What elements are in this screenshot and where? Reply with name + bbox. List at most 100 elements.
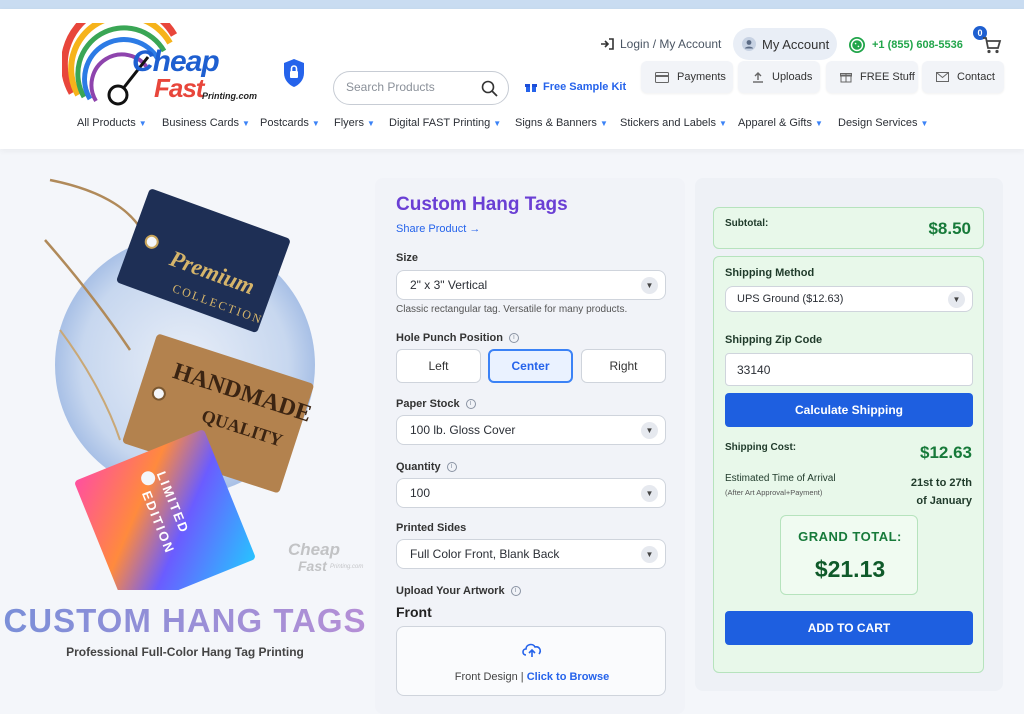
upload-icon [753,72,763,83]
add-to-cart-button[interactable]: ADD TO CART [725,611,973,645]
nav-item-design-services[interactable]: Design Services ▼ [838,117,928,129]
uploads-button[interactable]: Uploads [738,61,820,93]
search-icon[interactable] [481,80,498,97]
envelope-icon [936,72,949,82]
nav-item-all-products[interactable]: All Products ▼ [77,117,162,129]
nav-label: Apparel & Gifts [738,117,812,129]
free-sample-kit-link[interactable]: Free Sample Kit [525,81,626,93]
order-summary-panel: Subtotal: $8.50 Shipping Method UPS Grou… [695,178,1003,691]
nav-item-digital-fast-printing[interactable]: Digital FAST Printing ▼ [389,117,515,129]
nav-item-stickers-labels[interactable]: Stickers and Labels ▼ [620,117,738,129]
hole-punch-label: Hole Punch Position i [396,332,519,344]
chevron-down-icon: ▼ [599,118,608,128]
free-stuff-button[interactable]: FREE Stuff [826,61,918,93]
cloud-upload-icon [522,643,542,657]
calculate-shipping-button[interactable]: Calculate Shipping [725,393,973,427]
secure-lock-icon [284,59,304,87]
search-input[interactable] [346,80,476,94]
paper-stock-select[interactable]: 100 lb. Gloss Cover ▼ [396,415,666,445]
info-icon[interactable]: i [446,462,457,472]
chevron-down-icon: ▼ [948,291,965,308]
nav-item-postcards[interactable]: Postcards ▼ [260,117,334,129]
size-label: Size [396,252,418,264]
grand-total-label: GRAND TOTAL: [798,529,902,544]
hole-option-center[interactable]: Center [488,349,573,383]
logo-word-printing: Printing.com [202,91,258,101]
quantity-label: Quantity i [396,461,457,473]
hole-punch-label-text: Hole Punch Position [396,332,503,344]
hero-title: CUSTOM HANG TAGS [0,602,370,640]
paper-stock-value: 100 lb. Gloss Cover [410,423,516,437]
watermark-word1: Cheap [288,540,340,559]
nav-item-flyers[interactable]: Flyers ▼ [334,117,389,129]
nav-item-business-cards[interactable]: Business Cards ▼ [162,117,260,129]
printed-sides-value: Full Color Front, Blank Back [410,547,560,561]
contact-label: Contact [957,71,995,83]
site-header: Cheap Fast Printing.com Free Sample Kit … [0,9,1024,149]
my-account-label: My Account [762,36,830,52]
upload-artwork-label: Upload Your Artwork i [396,585,521,597]
chevron-down-icon: ▼ [366,118,375,128]
size-label-text: Size [396,252,419,264]
chevron-down-icon: ▼ [641,277,658,294]
nav-label: Postcards [260,117,309,129]
payments-label: Payments [677,71,726,83]
chevron-down-icon: ▼ [920,118,929,128]
eta-line-1: 21st to 27th [910,477,972,489]
logo-word-fast: Fast [154,73,204,103]
credit-card-icon [655,71,669,83]
eta-value: 21st to 27th of January [911,474,972,510]
shipping-method-value: UPS Ground ($12.63) [737,293,844,305]
shipping-method-label: Shipping Method [725,267,815,279]
whatsapp-icon [849,37,865,53]
zip-input[interactable]: 33140 [725,353,973,386]
shipping-box: Shipping Method UPS Ground ($12.63) ▼ Sh… [713,256,984,673]
printed-sides-select[interactable]: Full Color Front, Blank Back ▼ [396,539,666,569]
hero-subtitle: Professional Full-Color Hang Tag Printin… [66,645,304,659]
quantity-label-text: Quantity [396,461,441,473]
zip-label: Shipping Zip Code [725,334,823,346]
chevron-down-icon: ▼ [311,118,320,128]
search-box[interactable] [333,71,509,105]
nav-label: Signs & Banners [515,117,597,129]
free-sample-label: Free Sample Kit [543,81,627,93]
free-stuff-label: FREE Stuff [860,71,915,83]
login-link[interactable]: Login / My Account [600,37,721,51]
eta-label: Estimated Time of Arrival [725,473,836,484]
front-heading: Front [396,604,432,620]
contact-button[interactable]: Contact [922,61,1004,93]
quantity-select[interactable]: 100 ▼ [396,478,666,508]
quantity-value: 100 [410,486,431,500]
shipping-method-select[interactable]: UPS Ground ($12.63) ▼ [725,286,973,312]
share-product-link[interactable]: Share Product → [396,223,480,235]
printed-sides-label: Printed Sides [396,522,466,534]
chevron-down-icon: ▼ [814,118,823,128]
nav-item-apparel-gifts[interactable]: Apparel & Gifts ▼ [738,117,838,129]
subtotal-box: Subtotal: $8.50 [713,207,984,249]
payments-button[interactable]: Payments [641,61,733,93]
phone-number: +1 (855) 608-5536 [872,39,963,51]
eta-line-2: of January [916,495,972,507]
hole-option-left[interactable]: Left [396,349,481,383]
phone-link[interactable]: +1 (855) 608-5536 [848,36,963,54]
info-icon[interactable]: i [510,586,521,596]
grand-total-value: $21.13 [814,556,886,582]
paper-stock-label-text: Paper Stock [396,398,460,410]
chevron-down-icon: ▼ [641,422,658,439]
size-select[interactable]: 2" x 3" Vertical ▼ [396,270,666,300]
printed-sides-label-text: Printed Sides [396,522,467,534]
site-logo[interactable]: Cheap Fast Printing.com [62,23,262,115]
info-icon[interactable]: i [508,333,519,343]
info-icon[interactable]: i [465,399,476,409]
chevron-down-icon: ▼ [493,118,502,128]
browse-link[interactable]: Click to Browse [527,671,610,683]
front-upload-dropzone[interactable]: Front Design | Click to Browse [396,626,666,696]
hole-option-right[interactable]: Right [581,349,666,383]
main-nav: All Products ▼ Business Cards ▼ Postcards ▼… [77,117,928,129]
nav-item-signs-banners[interactable]: Signs & Banners ▼ [515,117,620,129]
cart-icon[interactable] [982,36,1002,54]
my-account-button[interactable]: My Account [733,28,837,60]
eta-note: (After Art Approval+Payment) [725,488,823,497]
nav-label: Flyers [334,117,364,129]
upload-text-label: Front Design | [454,671,524,683]
